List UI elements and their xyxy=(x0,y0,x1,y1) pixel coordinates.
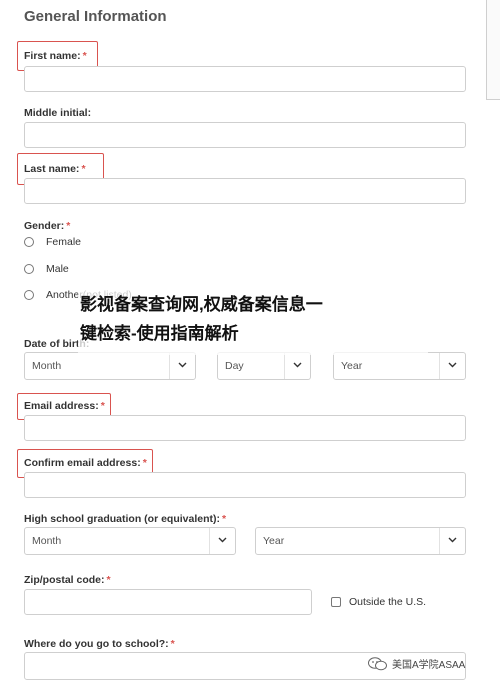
outside-us-checkbox[interactable] xyxy=(331,597,341,607)
dob-month-select[interactable]: Month xyxy=(24,352,196,380)
dob-day-select[interactable]: Day xyxy=(217,352,311,380)
zip-label: Zip/postal code: * xyxy=(24,574,111,586)
gender-option-female[interactable]: Female xyxy=(24,236,81,248)
scrollbar[interactable] xyxy=(486,0,500,100)
confirm-email-input[interactable] xyxy=(24,472,466,498)
email-input[interactable] xyxy=(24,415,466,441)
chevron-down-icon xyxy=(439,528,465,554)
graduation-year-select[interactable]: Year xyxy=(255,527,466,555)
middle-initial-input[interactable] xyxy=(24,122,466,148)
school-label: Where do you go to school?: * xyxy=(24,638,175,650)
graduation-month-select[interactable]: Month xyxy=(24,527,236,555)
gender-option-male[interactable]: Male xyxy=(24,263,69,275)
overlay-title: 影视备案查询网,权威备案信息一 键检索-使用指南解析 xyxy=(80,295,323,343)
gender-label: Gender: * xyxy=(24,220,71,232)
section-title: General Information xyxy=(24,8,167,25)
chevron-down-icon xyxy=(439,353,465,379)
confirm-email-label: Confirm email address: * xyxy=(24,457,147,469)
chevron-down-icon xyxy=(169,353,195,379)
radio-male[interactable] xyxy=(24,264,34,274)
email-label: Email address: * xyxy=(24,400,105,412)
zip-input[interactable] xyxy=(24,589,312,615)
chevron-down-icon xyxy=(284,353,310,379)
first-name-label: First name: * xyxy=(24,50,87,62)
graduation-label: High school graduation (or equivalent): * xyxy=(24,513,227,525)
chevron-down-icon xyxy=(209,528,235,554)
last-name-input[interactable] xyxy=(24,178,466,204)
last-name-label: Last name: * xyxy=(24,163,86,175)
middle-initial-label: Middle initial: xyxy=(24,107,92,119)
radio-another[interactable] xyxy=(24,290,34,300)
watermark: 美国A学院ASAA xyxy=(368,656,465,671)
radio-female[interactable] xyxy=(24,237,34,247)
first-name-input[interactable] xyxy=(24,66,466,92)
wechat-icon xyxy=(368,656,387,670)
dob-year-select[interactable]: Year xyxy=(333,352,466,380)
outside-us-checkbox-row[interactable]: Outside the U.S. xyxy=(331,596,426,608)
